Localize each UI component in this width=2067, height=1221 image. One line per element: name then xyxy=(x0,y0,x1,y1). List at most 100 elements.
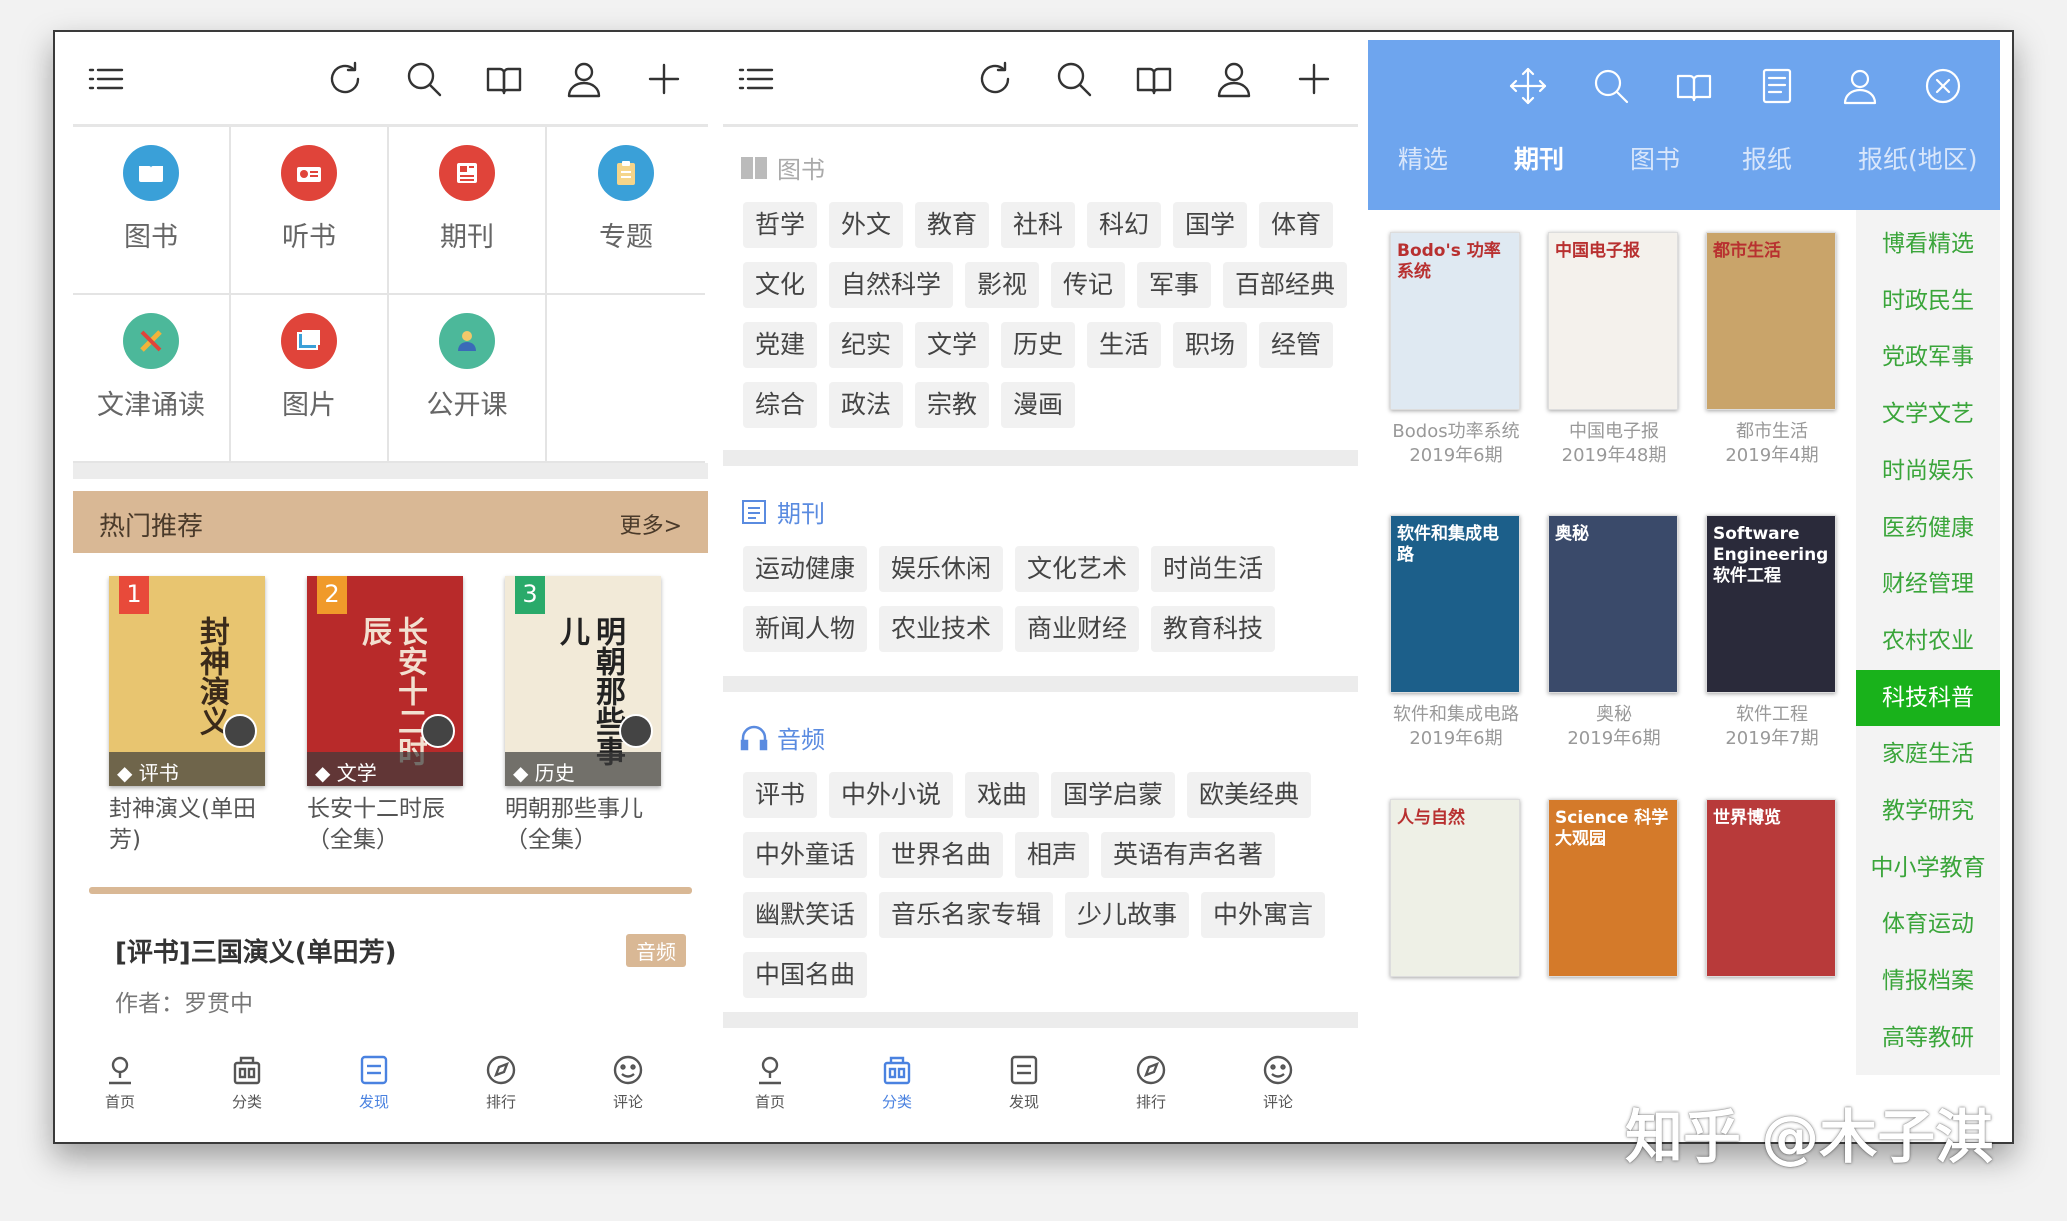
magazine-item[interactable]: 都市生活 都市生活 2019年4期 xyxy=(1706,232,1838,468)
magazine-cover[interactable]: 都市生活 xyxy=(1706,232,1836,410)
tab-2[interactable]: 图书 xyxy=(1630,140,1680,176)
category-chip[interactable]: 教育 xyxy=(915,202,990,248)
category-chip[interactable]: 幽默笑话 xyxy=(743,892,868,938)
menu-icon[interactable] xyxy=(85,58,127,100)
user-icon[interactable] xyxy=(1840,66,1884,110)
nav-comment[interactable]: 评论 xyxy=(593,1053,663,1112)
category-chip[interactable]: 职场 xyxy=(1173,322,1248,368)
category-chip[interactable]: 教育科技 xyxy=(1151,606,1276,652)
grid-item-picture[interactable]: 图片 xyxy=(231,295,389,463)
nav-comment[interactable]: 评论 xyxy=(1243,1053,1313,1112)
category-item[interactable]: 科技科普 xyxy=(1856,669,2000,726)
nav-discover[interactable]: 发现 xyxy=(339,1053,409,1112)
book-cover[interactable]: 封神演义 1 ◆ 评书 xyxy=(109,576,265,786)
category-chip[interactable]: 国学 xyxy=(1173,202,1248,248)
category-item[interactable]: 博看精选 xyxy=(1856,216,2000,272)
close-icon[interactable] xyxy=(1923,66,1967,110)
plus-icon[interactable] xyxy=(643,58,685,100)
tab-4[interactable]: 报纸(地区) xyxy=(1858,140,1978,176)
category-chip[interactable]: 漫画 xyxy=(1001,382,1076,428)
category-chip[interactable]: 娱乐休闲 xyxy=(879,546,1004,592)
category-chip[interactable]: 历史 xyxy=(1001,322,1076,368)
search-icon[interactable] xyxy=(403,58,445,100)
hot-book-item[interactable]: 长安十二时辰 2 ◆ 文学 长安十二时辰（全集） xyxy=(307,576,465,856)
magazine-item[interactable]: 中国电子报 中国电子报 2019年48期 xyxy=(1548,232,1680,468)
magazine-cover[interactable]: Bodo's 功率系统 xyxy=(1390,232,1520,410)
category-chip[interactable]: 相声 xyxy=(1015,832,1090,878)
category-chip[interactable]: 百部经典 xyxy=(1223,262,1348,308)
grid-item-clipboard[interactable]: 专题 xyxy=(547,127,705,295)
magazine-cover[interactable]: 奥秘 xyxy=(1548,515,1678,693)
magazine-cover[interactable]: Software Engineering 软件工程 xyxy=(1706,515,1836,693)
category-chip[interactable]: 英语有声名著 xyxy=(1101,832,1276,878)
download-icon[interactable] xyxy=(421,714,455,748)
search-icon[interactable] xyxy=(1591,66,1635,110)
plus-icon[interactable] xyxy=(1293,58,1335,100)
category-chip[interactable]: 社科 xyxy=(1001,202,1076,248)
user-icon[interactable] xyxy=(1213,58,1255,100)
magazine-item[interactable]: Bodo's 功率系统 Bodos功率系统 2019年6期 xyxy=(1390,232,1522,468)
tab-0[interactable]: 精选 xyxy=(1398,140,1448,176)
category-chip[interactable]: 哲学 xyxy=(743,202,818,248)
nav-home[interactable]: 首页 xyxy=(85,1053,155,1112)
category-chip[interactable]: 农业技术 xyxy=(879,606,1004,652)
category-chip[interactable]: 音乐名家专辑 xyxy=(879,892,1054,938)
nav-category[interactable]: 分类 xyxy=(862,1053,932,1112)
category-chip[interactable]: 综合 xyxy=(743,382,818,428)
category-chip[interactable]: 欧美经典 xyxy=(1187,772,1312,818)
category-chip[interactable]: 时尚生活 xyxy=(1151,546,1276,592)
magazine-cover[interactable]: 中国电子报 xyxy=(1548,232,1678,410)
magazine-item[interactable]: 世界博览 xyxy=(1706,799,1838,977)
hot-book-item[interactable]: 明朝那些事儿 3 ◆ 历史明朝那些事儿（全集） xyxy=(505,576,663,856)
magazine-item[interactable]: 奥秘 奥秘 2019年6期 xyxy=(1548,515,1680,751)
category-chip[interactable]: 影视 xyxy=(965,262,1040,308)
category-item[interactable]: 中小学教育 xyxy=(1856,840,2000,896)
category-chip[interactable]: 外文 xyxy=(829,202,904,248)
category-chip[interactable]: 文化 xyxy=(743,262,818,308)
bookshelf-icon[interactable] xyxy=(1133,58,1175,100)
bookshelf-icon[interactable] xyxy=(1674,66,1718,110)
category-chip[interactable]: 党建 xyxy=(743,322,818,368)
category-item[interactable]: 教学研究 xyxy=(1856,783,2000,839)
tab-3[interactable]: 报纸 xyxy=(1742,140,1792,176)
refresh-icon[interactable] xyxy=(324,58,366,100)
magazine-item[interactable]: 软件和集成电路 软件和集成电路 2019年6期 xyxy=(1390,515,1522,751)
book-title[interactable]: 长安十二时辰（全集） xyxy=(307,794,465,856)
category-chip[interactable]: 政法 xyxy=(829,382,904,428)
book-title[interactable]: 封神演义(单田芳) xyxy=(109,794,267,856)
category-chip[interactable]: 自然科学 xyxy=(829,262,954,308)
grid-item-radio[interactable]: 听书 xyxy=(231,127,389,295)
category-chip[interactable]: 体育 xyxy=(1259,202,1334,248)
category-chip[interactable]: 中外小说 xyxy=(829,772,954,818)
category-item[interactable]: 时尚娱乐 xyxy=(1856,443,2000,499)
category-chip[interactable]: 宗教 xyxy=(915,382,990,428)
grid-item-book[interactable]: 图书 xyxy=(73,127,231,295)
book-cover[interactable]: 明朝那些事儿 3 ◆ 历史 xyxy=(505,576,661,786)
magazine-cover[interactable]: Science 科学大观园 xyxy=(1548,799,1678,977)
nav-ranking[interactable]: 排行 xyxy=(1116,1053,1186,1112)
search-icon[interactable] xyxy=(1053,58,1095,100)
category-item[interactable]: 家庭生活 xyxy=(1856,726,2000,782)
category-item[interactable]: 医药健康 xyxy=(1856,500,2000,556)
nav-discover[interactable]: 发现 xyxy=(989,1053,1059,1112)
book-title[interactable]: 明朝那些事儿（全集） xyxy=(505,794,663,856)
category-item[interactable]: 党政军事 xyxy=(1856,329,2000,385)
magazine-item[interactable]: 人与自然 xyxy=(1390,799,1522,977)
category-item[interactable]: 时政民生 xyxy=(1856,273,2000,329)
more-link[interactable]: 更多> xyxy=(620,508,682,540)
magazine-item[interactable]: Science 科学大观园 xyxy=(1548,799,1680,977)
grid-item-brush[interactable]: 文津诵读 xyxy=(73,295,231,463)
category-chip[interactable]: 世界名曲 xyxy=(879,832,1004,878)
category-item[interactable]: 文学文艺 xyxy=(1856,386,2000,442)
user-icon[interactable] xyxy=(563,58,605,100)
refresh-icon[interactable] xyxy=(974,58,1016,100)
category-chip[interactable]: 国学启蒙 xyxy=(1051,772,1176,818)
category-item[interactable]: 农村农业 xyxy=(1856,613,2000,669)
category-chip[interactable]: 纪实 xyxy=(829,322,904,368)
grid-item-teacher[interactable]: 公开课 xyxy=(389,295,547,463)
category-item[interactable]: 体育运动 xyxy=(1856,896,2000,952)
category-chip[interactable]: 新闻人物 xyxy=(743,606,868,652)
category-item[interactable]: 高等教研 xyxy=(1856,1010,2000,1066)
category-chip[interactable]: 文学 xyxy=(915,322,990,368)
category-chip[interactable]: 中外寓言 xyxy=(1201,892,1326,938)
